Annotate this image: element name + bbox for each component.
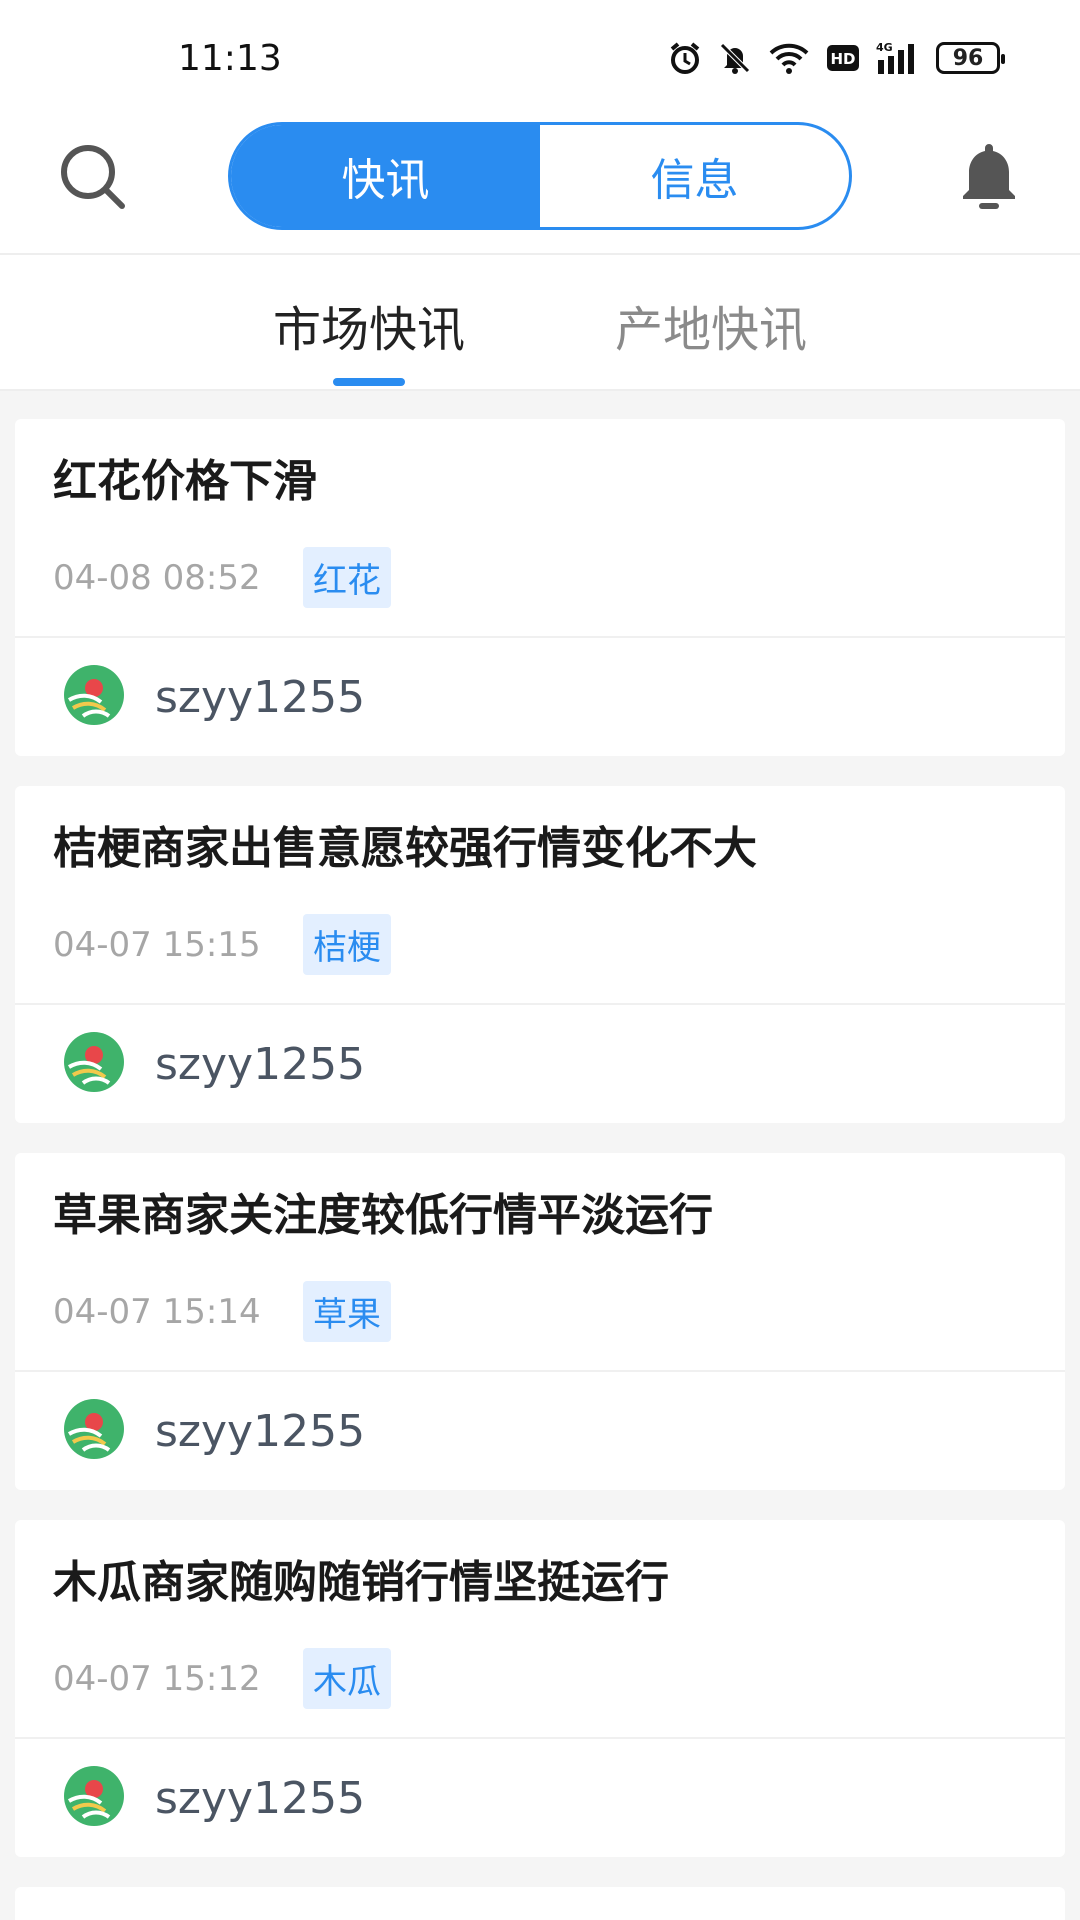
news-meta: 04-07 15:15 桔梗 [53, 914, 1027, 975]
news-tag[interactable]: 木瓜 [303, 1648, 391, 1709]
search-icon[interactable] [58, 142, 128, 216]
news-title: 红花价格下滑 [53, 456, 317, 507]
status-time: 11:13 [178, 38, 282, 79]
news-author-row[interactable]: szyy1255 [15, 638, 1065, 756]
author-name: szyy1255 [155, 671, 366, 723]
status-bar: 11:13 HD 4G 96 [0, 0, 1080, 120]
author-logo-icon [63, 1398, 125, 1464]
news-tag[interactable]: 草果 [303, 1281, 391, 1342]
top-area: 11:13 HD 4G 96 快讯 信息 市场快讯 产地快讯 [0, 0, 1080, 391]
news-card-body: 红花价格下滑 04-08 08:52 红花 [15, 419, 1065, 638]
news-list: 红花价格下滑 04-08 08:52 红花 szyy1255 桔梗商家出售意愿较… [0, 391, 1080, 1920]
news-tag[interactable]: 桔梗 [303, 914, 391, 975]
svg-text:4G: 4G [876, 41, 893, 54]
battery-icon: 96 [936, 42, 1005, 74]
news-author-row[interactable]: szyy1255 [15, 1005, 1065, 1123]
news-time: 04-07 15:15 [53, 924, 261, 965]
header: 快讯 信息 [0, 120, 1080, 255]
news-meta: 04-07 15:12 木瓜 [53, 1648, 1027, 1709]
news-card[interactable]: 木瓜商家随购随销行情坚挺运行 04-07 15:12 木瓜 szyy1255 [15, 1520, 1065, 1857]
tab-market-news[interactable]: 市场快讯 [273, 284, 465, 360]
4g-signal-icon: 4G [876, 40, 920, 76]
tab-origin-news[interactable]: 产地快讯 [615, 284, 807, 360]
news-card[interactable]: 草果商家关注度较低行情平淡运行 04-07 15:14 草果 szyy1255 [15, 1153, 1065, 1490]
news-time: 04-07 15:14 [53, 1291, 261, 1332]
news-card[interactable]: 桔梗商家出售意愿较强行情变化不大 04-07 15:15 桔梗 szyy1255 [15, 786, 1065, 1123]
news-title: 桔梗商家出售意愿较强行情变化不大 [53, 823, 757, 874]
news-title: 草果商家关注度较低行情平淡运行 [53, 1190, 713, 1241]
news-time: 04-08 08:52 [53, 557, 261, 598]
status-icons: HD 4G 96 [668, 40, 1005, 76]
mute-bell-icon [718, 41, 752, 75]
bell-icon[interactable] [958, 140, 1020, 216]
news-meta: 04-08 08:52 红花 [53, 547, 1027, 608]
alarm-icon [668, 41, 702, 75]
news-author-row[interactable]: szyy1255 [15, 1739, 1065, 1857]
author-name: szyy1255 [155, 1772, 366, 1824]
svg-text:HD: HD [830, 50, 855, 68]
segmented-control: 快讯 信息 [228, 122, 852, 230]
news-tag[interactable]: 红花 [303, 547, 391, 608]
segment-kuaixun[interactable]: 快讯 [231, 125, 540, 227]
news-card-partial[interactable] [15, 1887, 1065, 1920]
news-time: 04-07 15:12 [53, 1658, 261, 1699]
author-logo-icon [63, 1765, 125, 1831]
author-logo-icon [63, 1031, 125, 1097]
segment-xinxi[interactable]: 信息 [540, 125, 849, 227]
wifi-icon [768, 41, 810, 75]
news-author-row[interactable]: szyy1255 [15, 1372, 1065, 1490]
hd-icon: HD [826, 43, 860, 73]
author-name: szyy1255 [155, 1405, 366, 1457]
sub-tabs: 市场快讯 产地快讯 [0, 255, 1080, 391]
author-logo-icon [63, 664, 125, 730]
news-title: 木瓜商家随购随销行情坚挺运行 [53, 1557, 669, 1608]
news-card[interactable]: 红花价格下滑 04-08 08:52 红花 szyy1255 [15, 419, 1065, 756]
news-card-body: 草果商家关注度较低行情平淡运行 04-07 15:14 草果 [15, 1153, 1065, 1372]
author-name: szyy1255 [155, 1038, 366, 1090]
news-card-body: 木瓜商家随购随销行情坚挺运行 04-07 15:12 木瓜 [15, 1520, 1065, 1739]
news-meta: 04-07 15:14 草果 [53, 1281, 1027, 1342]
news-card-body: 桔梗商家出售意愿较强行情变化不大 04-07 15:15 桔梗 [15, 786, 1065, 1005]
